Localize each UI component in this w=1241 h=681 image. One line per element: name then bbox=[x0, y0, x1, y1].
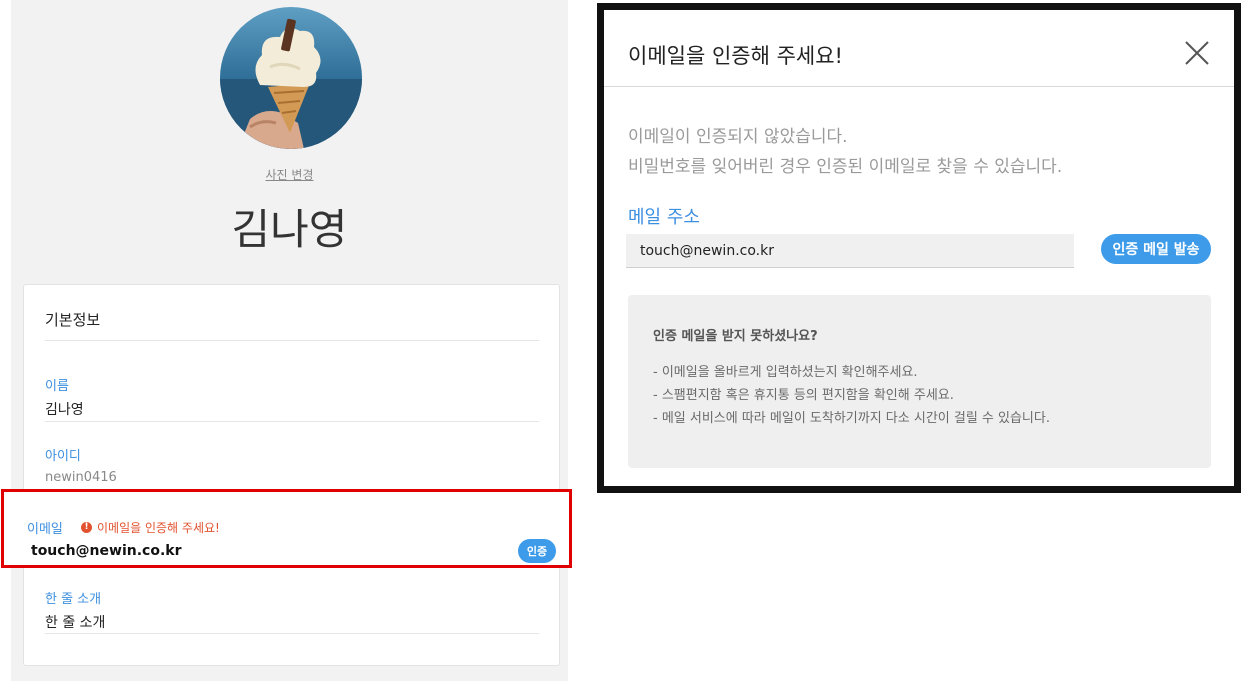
help-item: - 이메일을 올바르게 입력하셨는지 확인해주세요. bbox=[653, 365, 918, 380]
email-warning-text: 이메일을 인증해 주세요! bbox=[97, 521, 220, 535]
ice-cream-photo bbox=[220, 7, 362, 149]
profile-name: 김나영 bbox=[231, 205, 348, 254]
verify-button[interactable]: 인증 bbox=[518, 539, 556, 563]
mail-address-label: 메일 주소 bbox=[628, 207, 700, 228]
name-value[interactable]: 김나영 bbox=[45, 399, 84, 419]
divider bbox=[45, 340, 539, 341]
email-label: 이메일 bbox=[27, 522, 63, 537]
email-value[interactable]: touch@newin.co.kr bbox=[31, 543, 181, 559]
modal-divider bbox=[604, 86, 1234, 87]
warning-icon: ! bbox=[81, 522, 92, 533]
modal-desc-line1: 이메일이 인증되지 않았습니다. bbox=[628, 127, 848, 147]
basic-info-card: 기본정보 이름 김나영 아이디 newin0416 한 줄 소개 한 줄 소개 bbox=[23, 284, 560, 666]
help-list: - 이메일을 올바르게 입력하셨는지 확인해주세요. - 스팸편지함 혹은 휴지… bbox=[653, 361, 1050, 430]
name-label: 이름 bbox=[45, 379, 69, 394]
close-icon bbox=[1185, 41, 1209, 65]
divider bbox=[45, 633, 539, 634]
email-warning: ! 이메일을 인증해 주세요! bbox=[81, 519, 220, 536]
profile-panel: 사진 변경 김나영 기본정보 이름 김나영 아이디 newin0416 한 줄 … bbox=[11, 0, 568, 681]
id-label: 아이디 bbox=[45, 449, 81, 464]
email-verify-modal: 이메일을 인증해 주세요! 이메일이 인증되지 않았습니다. 비밀번호를 잊어버… bbox=[597, 3, 1241, 493]
modal-desc-line2: 비밀번호를 잊어버린 경우 인증된 이메일로 찾을 수 있습니다. bbox=[628, 157, 1063, 177]
intro-label: 한 줄 소개 bbox=[45, 592, 102, 607]
close-button[interactable] bbox=[1182, 38, 1212, 68]
help-title: 인증 메일을 받지 못하셨나요? bbox=[653, 329, 818, 344]
help-box: 인증 메일을 받지 못하셨나요? - 이메일을 올바르게 입력하셨는지 확인해주… bbox=[628, 295, 1211, 468]
modal-title: 이메일을 인증해 주세요! bbox=[628, 44, 843, 68]
photo-change-link[interactable]: 사진 변경 bbox=[11, 166, 568, 183]
card-title: 기본정보 bbox=[45, 311, 101, 329]
profile-avatar[interactable] bbox=[220, 7, 362, 149]
help-item: - 메일 서비스에 따라 메일이 도착하기까지 다소 시간이 걸릴 수 있습니다… bbox=[653, 411, 1050, 426]
send-verification-button[interactable]: 인증 메일 발송 bbox=[1101, 234, 1211, 264]
email-field-highlight: 이메일 ! 이메일을 인증해 주세요! touch@newin.co.kr 인증 bbox=[1, 489, 572, 568]
mail-address-input[interactable] bbox=[626, 234, 1074, 268]
divider bbox=[45, 421, 539, 422]
help-item: - 스팸편지함 혹은 휴지통 등의 편지함을 확인해 주세요. bbox=[653, 388, 954, 403]
intro-value[interactable]: 한 줄 소개 bbox=[45, 612, 105, 632]
id-value: newin0416 bbox=[45, 470, 117, 485]
